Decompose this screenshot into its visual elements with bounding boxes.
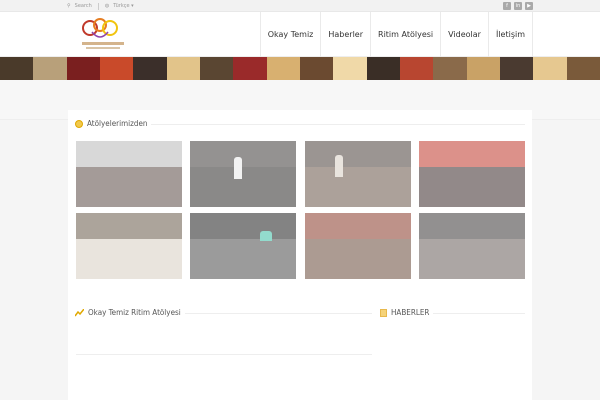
gallery-photo[interactable]: [190, 141, 296, 207]
document-icon: [380, 308, 387, 317]
top-bar: ⚲ Search ◍ Türkçe ▾ f in ▶: [0, 0, 600, 12]
rhythm-heading: Okay Temiz Ritim Atölyesi: [75, 308, 185, 317]
search-link[interactable]: Search: [75, 3, 92, 9]
gallery-photo[interactable]: [190, 213, 296, 279]
main-content: Atölyelerimizden Okay Temiz Ritim Atölye…: [68, 110, 532, 400]
gallery-photo[interactable]: [419, 213, 525, 279]
nav-iletisim[interactable]: İletişim: [487, 12, 533, 57]
header-banner-image: [0, 57, 600, 80]
chart-icon: [75, 308, 84, 316]
gallery-photo[interactable]: [76, 213, 182, 279]
nav-videolar[interactable]: Videolar: [440, 12, 488, 57]
search-icon[interactable]: ⚲: [67, 3, 71, 9]
gallery-photo[interactable]: [76, 141, 182, 207]
site-logo[interactable]: [78, 16, 128, 52]
workshops-heading: Atölyelerimizden: [75, 119, 152, 128]
workshop-gallery: [76, 141, 525, 279]
gallery-photo[interactable]: [305, 213, 411, 279]
language-selector[interactable]: Türkçe ▾: [113, 3, 133, 9]
youtube-icon[interactable]: ▶: [525, 2, 533, 10]
gallery-photo[interactable]: [419, 141, 525, 207]
globe-icon: ◍: [104, 3, 110, 9]
news-heading: HABERLER: [380, 308, 434, 317]
sun-icon: [75, 119, 83, 128]
nav-ritim-atolyesi[interactable]: Ritim Atölyesi: [370, 12, 440, 57]
main-nav: Okay Temiz Haberler Ritim Atölyesi Video…: [259, 12, 533, 57]
section-divider: [76, 354, 372, 355]
instagram-icon[interactable]: in: [514, 2, 522, 10]
gallery-photo[interactable]: [305, 141, 411, 207]
facebook-icon[interactable]: f: [503, 2, 511, 10]
nav-haberler[interactable]: Haberler: [320, 12, 370, 57]
topbar-divider: [97, 2, 99, 10]
nav-okay-temiz[interactable]: Okay Temiz: [259, 12, 321, 57]
social-links: f in ▶: [503, 2, 533, 10]
site-header: Okay Temiz Haberler Ritim Atölyesi Video…: [0, 12, 600, 57]
